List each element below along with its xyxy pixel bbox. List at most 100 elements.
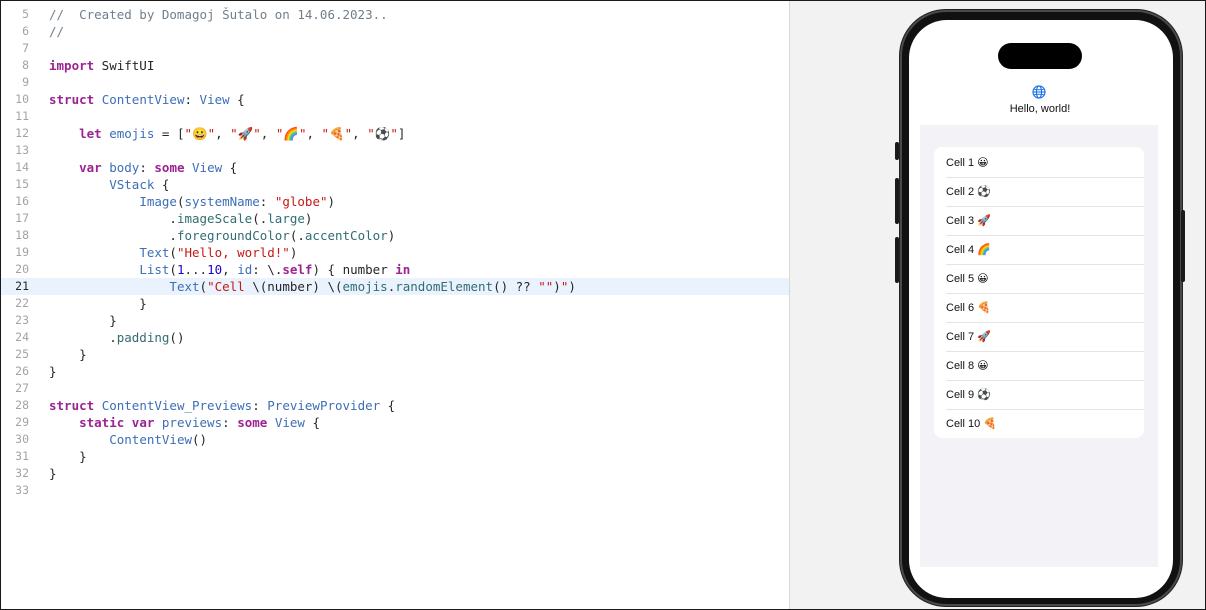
code-text: } — [49, 448, 87, 465]
code-line[interactable]: 15 VStack { — [1, 176, 789, 193]
code-line[interactable]: 17 .imageScale(.large) — [1, 210, 789, 227]
code-line[interactable]: 33 — [1, 482, 789, 499]
code-token: some — [154, 160, 185, 175]
code-line[interactable]: 32} — [1, 465, 789, 482]
cell-emoji: 🚀 — [977, 214, 991, 227]
code-line[interactable]: 8 import SwiftUI — [1, 57, 789, 74]
code-token: : — [259, 194, 275, 209]
code-line[interactable]: 9 — [1, 74, 789, 91]
line-number: 31 — [15, 449, 29, 463]
code-token: previews — [161, 415, 223, 430]
code-token: "" — [538, 279, 554, 294]
action-button — [895, 142, 899, 160]
cell-emoji: 🌈 — [977, 243, 991, 256]
code-token: "⚽" — [367, 126, 398, 141]
line-number: 26 — [15, 364, 29, 378]
code-token: () — [192, 432, 208, 447]
code-line[interactable]: 21 Text("Cell \(number) \(emojis.randomE… — [1, 278, 789, 295]
code-token: static — [79, 415, 125, 430]
code-line[interactable]: 25 } — [1, 346, 789, 363]
code-token: { — [304, 415, 320, 430]
code-line[interactable]: 23 } — [1, 312, 789, 329]
code-line[interactable]: 6 // — [1, 23, 789, 40]
code-token: "🚀" — [230, 126, 261, 141]
code-token: } — [49, 347, 87, 362]
code-token: } — [49, 466, 57, 481]
line-number: 11 — [15, 109, 29, 123]
line-number: 10 — [15, 92, 29, 106]
line-number: 6 — [22, 24, 29, 38]
code-token: ) { number — [312, 262, 396, 277]
line-number: 18 — [15, 228, 29, 242]
code-token: , — [215, 126, 231, 141]
code-token: Text — [139, 245, 170, 260]
code-line[interactable]: 14 var body: some View { — [1, 159, 789, 176]
code-token: padding — [116, 330, 170, 345]
code-line[interactable]: 22 } — [1, 295, 789, 312]
code-editor[interactable]: 5 // Created by Domagoj Šutalo on 14.06.2… — [1, 1, 789, 609]
code-token: "globe" — [274, 194, 328, 209]
code-line[interactable]: 7 — [1, 40, 789, 57]
list-cell[interactable]: Cell 8 😀 — [946, 351, 989, 380]
code-line[interactable]: 16 Image(systemName: "globe") — [1, 193, 789, 210]
code-line[interactable]: 28 struct ContentView_Previews: PreviewPr… — [1, 397, 789, 414]
line-number: 14 — [15, 160, 29, 174]
code-line[interactable]: 30 ContentView() — [1, 431, 789, 448]
code-text: VStack { — [49, 176, 169, 193]
list-cell[interactable]: Cell 7 🚀 — [946, 322, 991, 351]
code-token: let — [79, 126, 102, 141]
code-line[interactable]: 13 — [1, 142, 789, 159]
list-cell[interactable]: Cell 9 ⚽ — [946, 380, 991, 409]
code-token: self — [282, 262, 313, 277]
list-cell[interactable]: Cell 3 🚀 — [946, 206, 991, 235]
code-text: } — [49, 363, 57, 380]
code-token: VStack — [109, 177, 155, 192]
code-line[interactable]: 24 .padding() — [1, 329, 789, 346]
list-cell[interactable]: Cell 10 🍕 — [946, 409, 997, 438]
code-token: { — [380, 398, 396, 413]
list-cell[interactable]: Cell 4 🌈 — [946, 235, 991, 264]
code-line[interactable]: 31 } — [1, 448, 789, 465]
code-line[interactable]: 11 — [1, 108, 789, 125]
code-line[interactable]: 5 // Created by Domagoj Šutalo on 14.06.2… — [1, 6, 789, 23]
code-line[interactable]: 27 — [1, 380, 789, 397]
code-token: in — [395, 262, 411, 277]
code-text: } — [49, 465, 57, 482]
code-line[interactable]: 18 .foregroundColor(.accentColor) — [1, 227, 789, 244]
code-token: . — [49, 330, 117, 345]
code-token: { — [154, 177, 170, 192]
code-token: (. — [289, 228, 305, 243]
code-text: ContentView() — [49, 431, 207, 448]
cell-label: Cell 3 — [946, 215, 975, 227]
code-token: randomElement — [395, 279, 494, 294]
list-cell[interactable]: Cell 5 😀 — [946, 264, 989, 293]
line-number: 27 — [15, 381, 29, 395]
code-line[interactable]: 12 let emojis = ["😀", "🚀", "🌈", "🍕", "⚽"… — [1, 125, 789, 142]
code-text: } — [49, 346, 87, 363]
code-text: static var previews: some View { — [49, 414, 320, 431]
code-token: . — [49, 211, 177, 226]
line-number: 15 — [15, 177, 29, 191]
list-cell[interactable]: Cell 6 🍕 — [946, 293, 991, 322]
code-token: imageScale — [176, 211, 253, 226]
code-line[interactable]: 29 static var previews: some View { — [1, 414, 789, 431]
code-line[interactable]: 26} — [1, 363, 789, 380]
list-cell[interactable]: Cell 2 ⚽ — [946, 177, 991, 206]
code-line[interactable]: 20 List(1...10, id: \.self) { number in — [1, 261, 789, 278]
code-token: "Hello, world!" — [176, 245, 290, 260]
code-token: 10 — [207, 262, 223, 277]
cell-emoji: 🚀 — [977, 330, 991, 343]
list-cell[interactable]: Cell 1 😀 — [946, 148, 989, 177]
code-line[interactable]: 19 Text("Hello, world!") — [1, 244, 789, 261]
cell-emoji: 🍕 — [977, 301, 991, 314]
code-text: import SwiftUI — [49, 57, 154, 74]
code-line[interactable]: 10 struct ContentView: View { — [1, 91, 789, 108]
power-button — [1181, 210, 1185, 282]
code-token: List — [139, 262, 170, 277]
cell-emoji: 😀 — [977, 156, 989, 169]
code-token: "🍕" — [321, 126, 353, 141]
